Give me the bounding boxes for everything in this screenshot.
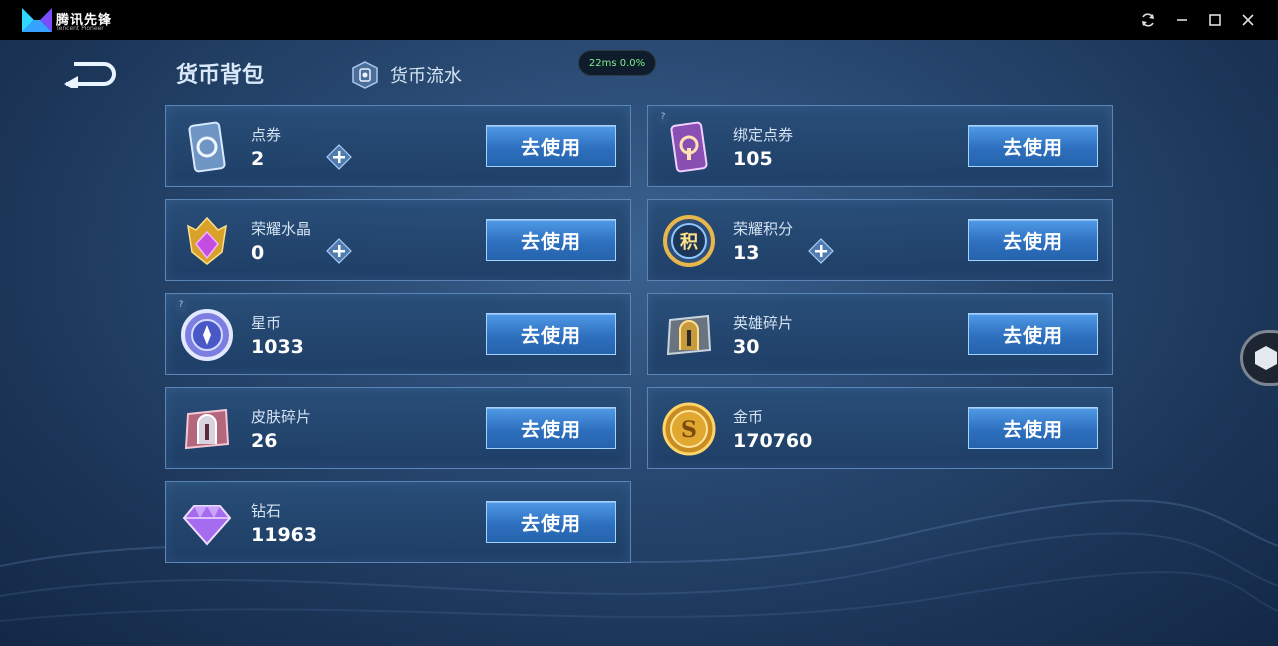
glory-crystal-icon [178,212,236,270]
currency-name: 绑定点券 [733,126,794,144]
currency-name: 皮肤碎片 [251,408,312,426]
currency-card-bound-coupon: ? 绑定点券 105 去使用 [647,105,1113,187]
add-plus-icon[interactable] [326,238,352,264]
currency-card-hero-fragment: 英雄碎片 30 去使用 [647,293,1113,375]
add-plus-icon[interactable] [808,238,834,264]
ping-indicator: 22ms 0.0% [578,50,656,76]
page-title: 货币背包 [176,63,265,88]
currency-name: 金币 [733,408,764,426]
title-bar: 腾讯先锋 Tencent Pioneer [0,0,1278,40]
currency-name: 星币 [251,314,282,332]
hero-fragment-icon [660,306,718,364]
currency-flow-icon [352,61,378,89]
currency-value: 13 [733,242,760,264]
currency-value: 0 [251,242,265,264]
star-coin-icon [178,306,236,364]
svg-text:积: 积 [680,232,698,253]
currency-card-skin-fragment: 皮肤碎片 26 去使用 [165,387,631,469]
close-icon[interactable] [1238,10,1258,30]
currency-value: 30 [733,336,760,358]
currency-value: 105 [733,148,773,170]
refresh-icon[interactable] [1138,10,1158,30]
coupon-icon [178,118,236,176]
add-plus-icon[interactable] [326,144,352,170]
diamond-icon [178,494,236,552]
currency-name: 荣耀积分 [733,220,794,238]
floating-menu-button[interactable] [1240,330,1278,386]
glory-points-icon: 积 [660,212,718,270]
skin-fragment-icon [178,400,236,458]
currency-name: 英雄碎片 [733,314,794,332]
currency-name: 钻石 [251,502,282,520]
currency-value: 2 [251,148,265,170]
use-button[interactable]: 去使用 [968,313,1098,355]
use-button[interactable]: 去使用 [486,313,616,355]
use-button[interactable]: 去使用 [968,219,1098,261]
currency-name: 点券 [251,126,282,144]
game-area: 货币背包 货币流水 22ms 0.0% 点券 2 去使用 ? 绑定点券 105 去使用 荣… [0,40,1278,646]
currency-card-coupon: 点券 2 去使用 [165,105,631,187]
currency-flow-label: 货币流水 [390,66,462,87]
currency-flow-tab[interactable]: 货币流水 [350,60,462,90]
currency-name: 荣耀水晶 [251,220,312,238]
use-button[interactable]: 去使用 [486,501,616,543]
app-logo-icon [22,8,52,32]
use-button[interactable]: 去使用 [486,125,616,167]
currency-value: 11963 [251,524,318,546]
use-button[interactable]: 去使用 [968,125,1098,167]
currency-card-glory-points: 积 荣耀积分 13 去使用 [647,199,1113,281]
currency-card-gold-coin: S 金币 170760 去使用 [647,387,1113,469]
use-button[interactable]: 去使用 [486,219,616,261]
currency-card-diamond: 钻石 11963 去使用 [165,481,631,563]
currency-value: 26 [251,430,278,452]
back-arrow-icon[interactable] [60,58,118,88]
svg-text:S: S [681,417,697,443]
bound-coupon-icon [660,118,718,176]
app-subtitle: Tencent Pioneer [56,25,104,32]
currency-value: 170760 [733,430,813,452]
use-button[interactable]: 去使用 [486,407,616,449]
use-button[interactable]: 去使用 [968,407,1098,449]
maximize-icon[interactable] [1205,10,1225,30]
hexagon-icon [1255,346,1277,370]
minimize-icon[interactable] [1172,10,1192,30]
currency-card-glory-crystal: 荣耀水晶 0 去使用 [165,199,631,281]
gold-coin-icon: S [660,400,718,458]
currency-value: 1033 [251,336,304,358]
currency-card-star-coin: ? 星币 1033 去使用 [165,293,631,375]
